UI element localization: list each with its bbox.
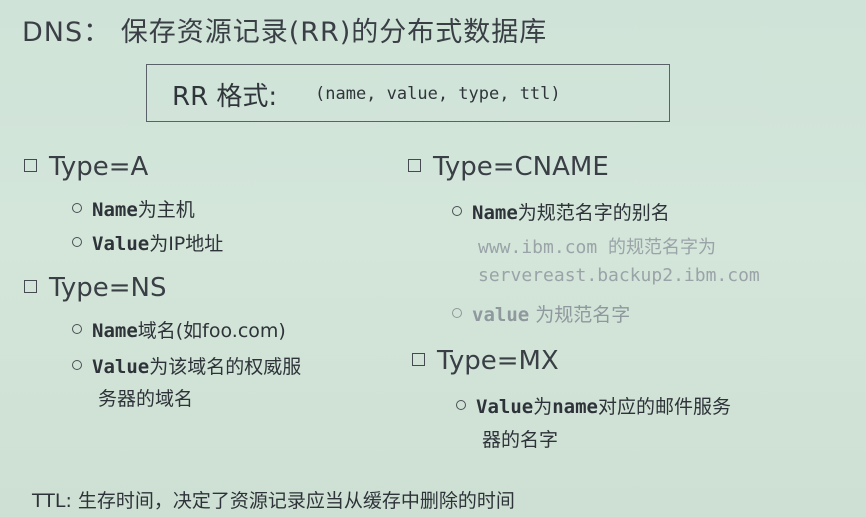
type-a-heading: Type=A [49,152,149,182]
type-ns-heading: Type=NS [49,273,167,303]
type-mx-heading: Type=MX [437,346,559,376]
type-ns-value-desc-2: 务器的域名 [98,388,194,410]
circle-bullet-icon [72,203,82,213]
square-bullet-icon [24,159,37,172]
section-type-ns: Type=NS [24,273,166,303]
type-a-name-item: Name为主机 [72,195,195,222]
circle-bullet-icon [452,206,462,216]
square-bullet-icon [24,280,37,293]
type-cname-value-item: value 为规范名字 [452,300,630,327]
type-cname-name-key: Name [472,202,518,224]
type-ns-value-item: Value为该域名的权威服 [72,352,301,379]
rr-format-label: RR 格式: [172,82,278,112]
type-ns-name-item: Name域名(如foo.com) [72,316,286,343]
type-mx-value-desc-2: 器的名字 [482,429,559,451]
slide-title: DNS： 保存资源记录(RR)的分布式数据库 [22,17,548,48]
square-bullet-icon [408,159,421,172]
type-mx-value-key: Value [476,396,534,418]
type-ns-value-desc-1: 为该域名的权威服 [149,356,302,378]
type-mx-value-item: Value为name对应的邮件服务 [456,392,731,419]
circle-bullet-icon [452,308,462,318]
type-cname-example-1: www.ibm.com 的规范名字为 [478,237,717,258]
ttl-footnote: TTL: 生存时间，决定了资源记录应当从缓存中删除的时间 [32,490,515,512]
circle-bullet-icon [72,324,82,334]
circle-bullet-icon [72,237,82,247]
type-ns-name-desc: 域名(如foo.com) [137,320,286,342]
type-a-value-item: Value为IP地址 [72,229,223,256]
type-cname-heading: Type=CNAME [433,152,609,182]
type-cname-name-item: Name为规范名字的别名 [452,198,670,225]
type-mx-value-desc-1: 对应的邮件服务 [597,396,731,418]
type-a-name-key: Name [92,199,138,221]
type-ns-name-key: Name [92,320,138,342]
type-mx-name-key: name [552,396,598,418]
circle-bullet-icon [72,360,82,370]
type-a-value-key: Value [92,233,150,255]
type-cname-value-desc: 为规范名字 [535,304,631,326]
type-mx-value-mid: 为 [533,396,553,418]
type-ns-value-key: Value [92,356,150,378]
section-type-a: Type=A [24,152,148,182]
section-type-cname: Type=CNAME [408,152,609,182]
rr-format-value: (name, value, type, ttl) [315,84,561,104]
type-a-name-desc: 为主机 [137,199,195,221]
type-cname-example-2: servereast.backup2.ibm.com [478,265,760,286]
circle-bullet-icon [456,400,466,410]
section-type-mx: Type=MX [412,346,559,376]
type-cname-value-key: value [472,304,530,326]
type-a-value-desc: 为IP地址 [149,233,224,255]
type-cname-name-desc: 为规范名字的别名 [517,202,670,224]
square-bullet-icon [412,353,425,366]
